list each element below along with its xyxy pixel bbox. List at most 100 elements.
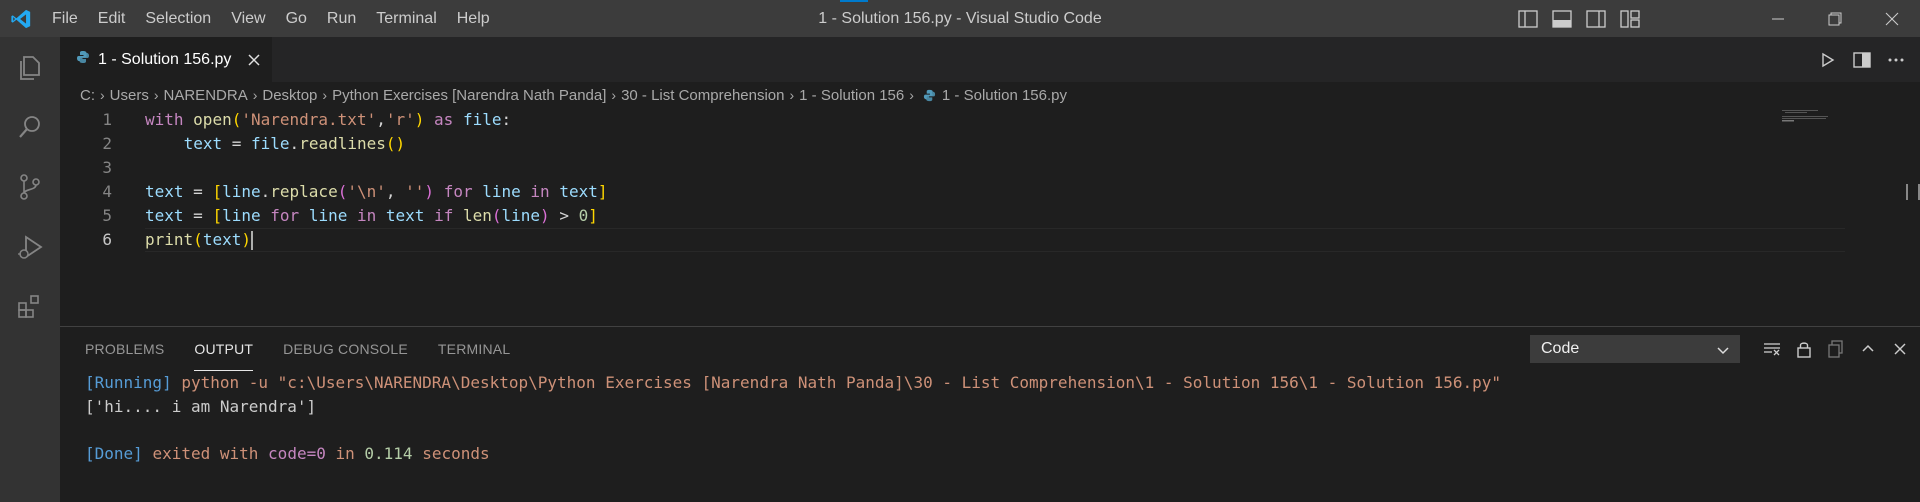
toggle-panel-icon[interactable] <box>1548 5 1576 33</box>
more-actions-icon[interactable] <box>1886 50 1906 70</box>
code-token: text <box>183 134 223 153</box>
panel-actions <box>1762 327 1910 371</box>
layout-controls <box>1514 0 1644 37</box>
output-running-line: [Running] python -u "c:\Users\NARENDRA\D… <box>85 371 1501 395</box>
code-token: text <box>145 182 184 201</box>
done-in: in <box>335 443 355 463</box>
run-icon[interactable] <box>1818 50 1838 70</box>
menu-edit[interactable]: Edit <box>88 0 136 37</box>
code-token: replace <box>270 182 338 201</box>
lock-scroll-icon[interactable] <box>1794 339 1814 359</box>
tab-problems[interactable]: PROBLEMS <box>85 327 164 371</box>
code-token: ( <box>337 182 348 201</box>
code-token: : <box>501 110 512 129</box>
code-token: ) <box>424 182 435 201</box>
menu-file[interactable]: File <box>42 0 88 37</box>
title-bar: File Edit Selection View Go Run Terminal… <box>0 0 1920 37</box>
menu-selection[interactable]: Selection <box>135 0 221 37</box>
clear-output-icon[interactable] <box>1762 339 1782 359</box>
output-content[interactable]: [Running] python -u "c:\Users\NARENDRA\D… <box>85 371 1501 465</box>
output-channel-select[interactable]: Code <box>1530 335 1740 363</box>
toggle-secondary-sidebar-icon[interactable] <box>1582 5 1610 33</box>
explorer-icon[interactable] <box>0 37 60 97</box>
code-line[interactable] <box>145 156 1835 180</box>
tab-solution-156[interactable]: 1 - Solution 156.py <box>60 37 272 82</box>
breadcrumb-file[interactable]: 1 - Solution 156.py <box>942 87 1067 104</box>
restore-icon[interactable] <box>1806 0 1863 37</box>
code-line[interactable]: with open('Narendra.txt','r') as file: <box>145 108 1835 132</box>
breadcrumb-item[interactable]: NARENDRA <box>164 87 248 104</box>
minimize-icon[interactable] <box>1749 0 1806 37</box>
code-token: line <box>308 206 348 225</box>
code-line[interactable]: text = [line.replace('\n', '') for line … <box>145 180 1835 204</box>
code-token: '' <box>405 182 425 201</box>
code-token: ( <box>385 134 396 153</box>
menu-run[interactable]: Run <box>317 0 366 37</box>
line-number: 2 <box>102 134 112 153</box>
breadcrumb-item[interactable]: 30 - List Comprehension <box>621 87 784 104</box>
extensions-icon[interactable] <box>0 277 60 337</box>
code-token: = <box>231 134 242 153</box>
breadcrumb-item[interactable]: Python Exercises [Narendra Nath Panda] <box>332 87 606 104</box>
breadcrumb-item[interactable]: C: <box>80 87 95 104</box>
tab-output[interactable]: OUTPUT <box>194 327 254 371</box>
line-number: 3 <box>102 158 112 177</box>
customize-layout-icon[interactable] <box>1616 5 1644 33</box>
close-tab-icon[interactable] <box>245 51 263 69</box>
line-number: 4 <box>102 182 112 201</box>
menu-view[interactable]: View <box>221 0 275 37</box>
code-line-active[interactable]: print(text) <box>145 228 1845 252</box>
code-line[interactable]: text = [line for line in text if len(lin… <box>145 204 1835 228</box>
code-token: ] <box>597 182 608 201</box>
search-icon[interactable] <box>0 97 60 157</box>
breadcrumb-item[interactable]: Desktop <box>262 87 317 104</box>
tab-terminal[interactable]: TERMINAL <box>438 327 510 371</box>
code-editor[interactable]: 1 2 3 4 5 6 with open('Narendra.txt','r'… <box>60 108 1920 326</box>
close-icon[interactable] <box>1863 0 1920 37</box>
menu-help[interactable]: Help <box>447 0 500 37</box>
menu-go[interactable]: Go <box>276 0 317 37</box>
editor-actions <box>1818 37 1906 82</box>
line-number-gutter: 1 2 3 4 5 6 <box>60 108 120 252</box>
breadcrumb-item[interactable]: 1 - Solution 156 <box>799 87 904 104</box>
breadcrumb-item[interactable]: Users <box>110 87 149 104</box>
chevron-right-icon: › <box>252 87 258 103</box>
open-output-editor-icon[interactable] <box>1826 339 1846 359</box>
close-panel-icon[interactable] <box>1890 339 1910 359</box>
minimap[interactable] <box>1782 108 1842 128</box>
code-area[interactable]: with open('Narendra.txt','r') as file: t… <box>145 108 1835 252</box>
run-debug-icon[interactable] <box>0 217 60 277</box>
code-token: ( <box>491 206 502 225</box>
code-token: text <box>559 182 598 201</box>
source-control-icon[interactable] <box>0 157 60 217</box>
title-accent-line <box>840 0 868 2</box>
toggle-primary-sidebar-icon[interactable] <box>1514 5 1542 33</box>
maximize-panel-icon[interactable] <box>1858 339 1878 359</box>
split-editor-icon[interactable] <box>1852 50 1872 70</box>
code-token: if <box>434 206 454 225</box>
line-number-active: 6 <box>102 230 112 249</box>
done-tag: [Done] <box>85 443 143 463</box>
code-token: line <box>501 206 541 225</box>
code-line[interactable]: text = file.readlines() <box>145 132 1835 156</box>
code-token: in <box>356 206 377 225</box>
chevron-right-icon: › <box>322 87 328 103</box>
tab-debug-console[interactable]: DEBUG CONSOLE <box>283 327 408 371</box>
menu-terminal[interactable]: Terminal <box>366 0 446 37</box>
text-cursor <box>250 231 253 250</box>
code-token: '\n' <box>347 182 386 201</box>
